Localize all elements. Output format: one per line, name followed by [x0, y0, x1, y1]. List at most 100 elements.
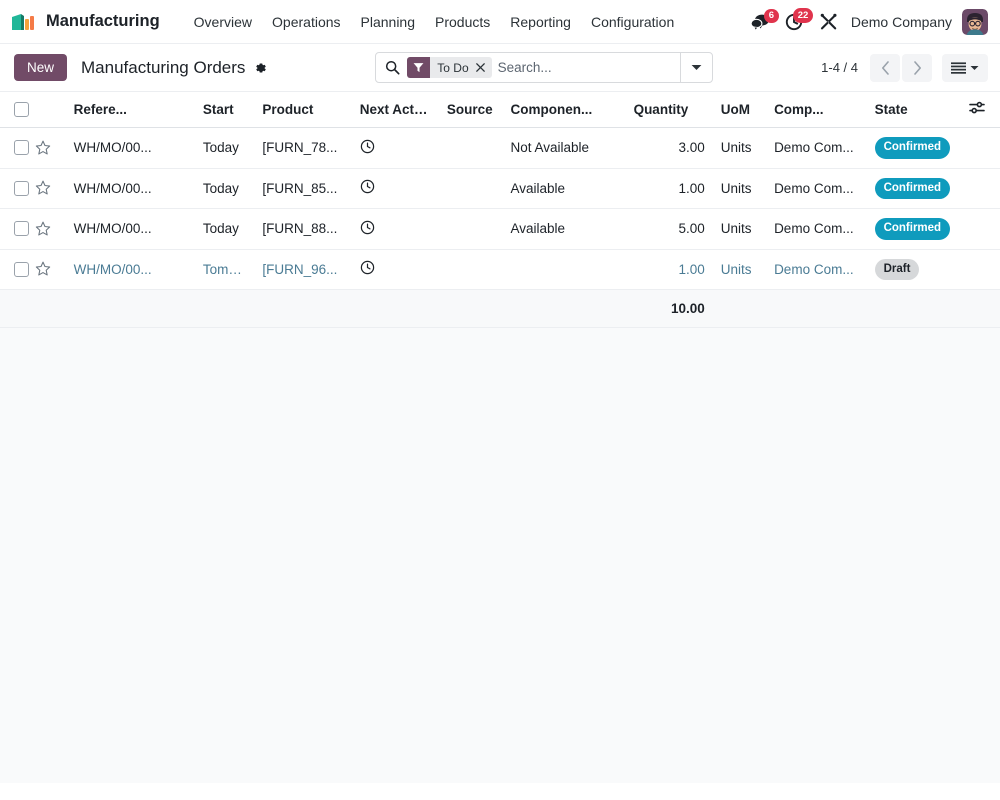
cell-next-activity[interactable]	[352, 249, 439, 290]
cell-components[interactable]: Available	[503, 209, 626, 250]
cell-quantity[interactable]: 1.00	[626, 168, 713, 209]
cell-quantity[interactable]: 3.00	[626, 128, 713, 169]
cell-company[interactable]: Demo Com...	[766, 128, 867, 169]
search-view[interactable]: To Do	[375, 52, 713, 83]
table-row[interactable]: WH/MO/00... Today [FURN_78... Not Availa…	[0, 128, 1000, 169]
cell-reference[interactable]: WH/MO/00...	[66, 128, 195, 169]
table-row[interactable]: WH/MO/00... Today [FURN_88... Available …	[0, 209, 1000, 250]
aggregate-empty	[0, 290, 35, 328]
cell-state[interactable]: Confirmed	[867, 128, 970, 169]
new-button[interactable]: New	[14, 54, 67, 81]
cell-company[interactable]: Demo Com...	[766, 168, 867, 209]
row-checkbox[interactable]	[14, 181, 29, 196]
column-header-start[interactable]: Start	[195, 92, 254, 128]
caret-down-icon	[691, 64, 702, 71]
cell-uom[interactable]: Units	[713, 168, 766, 209]
cell-start[interactable]: Today	[195, 168, 254, 209]
activities-menu[interactable]: 22	[778, 12, 812, 31]
app-name[interactable]: Manufacturing	[46, 12, 160, 31]
column-header-company[interactable]: Comp...	[766, 92, 867, 128]
table-row[interactable]: WH/MO/00... Today [FURN_85... Available …	[0, 168, 1000, 209]
column-header-state[interactable]: State	[867, 92, 970, 128]
menu-configuration[interactable]: Configuration	[581, 8, 684, 36]
cell-start[interactable]: Tomorrow	[195, 249, 254, 290]
cell-components[interactable]	[503, 249, 626, 290]
cell-product[interactable]: [FURN_96...	[254, 249, 351, 290]
cell-company[interactable]: Demo Com...	[766, 249, 867, 290]
menu-overview[interactable]: Overview	[184, 8, 262, 36]
cell-components[interactable]: Not Available	[503, 128, 626, 169]
list-view-icon	[951, 62, 966, 74]
cell-source[interactable]	[439, 209, 503, 250]
chevron-left-icon	[881, 61, 890, 75]
cell-quantity[interactable]: 5.00	[626, 209, 713, 250]
pager-previous-button[interactable]	[870, 54, 900, 82]
cell-source[interactable]	[439, 168, 503, 209]
cell-reference[interactable]: WH/MO/00...	[66, 209, 195, 250]
column-header-reference[interactable]: Refere...	[66, 92, 195, 128]
cell-uom[interactable]: Units	[713, 209, 766, 250]
menu-planning[interactable]: Planning	[351, 8, 426, 36]
table-body: WH/MO/00... Today [FURN_78... Not Availa…	[0, 128, 1000, 328]
cell-state[interactable]: Confirmed	[867, 168, 970, 209]
menu-operations[interactable]: Operations	[262, 8, 350, 36]
cell-company[interactable]: Demo Com...	[766, 209, 867, 250]
row-checkbox[interactable]	[14, 221, 29, 236]
favorite-star-icon[interactable]	[35, 180, 66, 196]
messages-menu[interactable]: 6	[743, 13, 778, 31]
cell-state[interactable]: Confirmed	[867, 209, 970, 250]
search-facet-remove-icon[interactable]	[474, 57, 492, 78]
filter-icon	[407, 57, 430, 78]
cell-reference[interactable]: WH/MO/00...	[66, 249, 195, 290]
favorite-star-icon[interactable]	[35, 261, 66, 277]
cell-components[interactable]: Available	[503, 168, 626, 209]
favorite-header	[35, 92, 66, 128]
menu-products[interactable]: Products	[425, 8, 500, 36]
column-header-uom[interactable]: UoM	[713, 92, 766, 128]
aggregate-empty	[766, 290, 867, 328]
star-outline-glyph	[35, 140, 51, 156]
cell-product[interactable]: [FURN_85...	[254, 168, 351, 209]
cell-uom[interactable]: Units	[713, 128, 766, 169]
cell-start[interactable]: Today	[195, 128, 254, 169]
optional-columns-toggle[interactable]	[969, 92, 1000, 128]
user-avatar[interactable]	[962, 9, 988, 35]
column-header-quantity[interactable]: Quantity	[626, 92, 713, 128]
cell-product[interactable]: [FURN_78...	[254, 128, 351, 169]
cell-source[interactable]	[439, 128, 503, 169]
company-switcher[interactable]: Demo Company	[845, 14, 962, 30]
pager-next-button[interactable]	[902, 54, 932, 82]
search-dropdown-toggle[interactable]	[680, 53, 712, 82]
debug-menu[interactable]	[812, 12, 845, 31]
search-facet-todo[interactable]: To Do	[407, 57, 491, 78]
search-input[interactable]	[498, 53, 681, 82]
column-header-source[interactable]: Source	[439, 92, 503, 128]
manufacturing-app-icon[interactable]	[10, 12, 38, 32]
aggregate-empty	[352, 290, 439, 328]
row-checkbox[interactable]	[14, 262, 29, 277]
column-header-next-activity[interactable]: Next Activity	[352, 92, 439, 128]
cell-uom[interactable]: Units	[713, 249, 766, 290]
cell-reference[interactable]: WH/MO/00...	[66, 168, 195, 209]
cell-next-activity[interactable]	[352, 209, 439, 250]
gear-icon[interactable]	[253, 61, 267, 75]
cell-start[interactable]: Today	[195, 209, 254, 250]
status-badge: Confirmed	[875, 137, 951, 159]
favorite-star-icon[interactable]	[35, 140, 66, 156]
cell-next-activity[interactable]	[352, 128, 439, 169]
cell-state[interactable]: Draft	[867, 249, 970, 290]
select-all-checkbox[interactable]	[14, 102, 29, 117]
row-checkbox[interactable]	[14, 140, 29, 155]
column-header-components[interactable]: Componen...	[503, 92, 626, 128]
cell-product[interactable]: [FURN_88...	[254, 209, 351, 250]
cell-next-activity[interactable]	[352, 168, 439, 209]
view-switcher-list[interactable]	[942, 54, 988, 82]
list-empty-area	[0, 328, 1000, 783]
cell-spacer	[969, 249, 1000, 290]
cell-source[interactable]	[439, 249, 503, 290]
cell-quantity[interactable]: 1.00	[626, 249, 713, 290]
favorite-star-icon[interactable]	[35, 221, 66, 237]
table-row[interactable]: WH/MO/00... Tomorrow [FURN_96... 1.00 Un…	[0, 249, 1000, 290]
column-header-product[interactable]: Product	[254, 92, 351, 128]
menu-reporting[interactable]: Reporting	[500, 8, 581, 36]
